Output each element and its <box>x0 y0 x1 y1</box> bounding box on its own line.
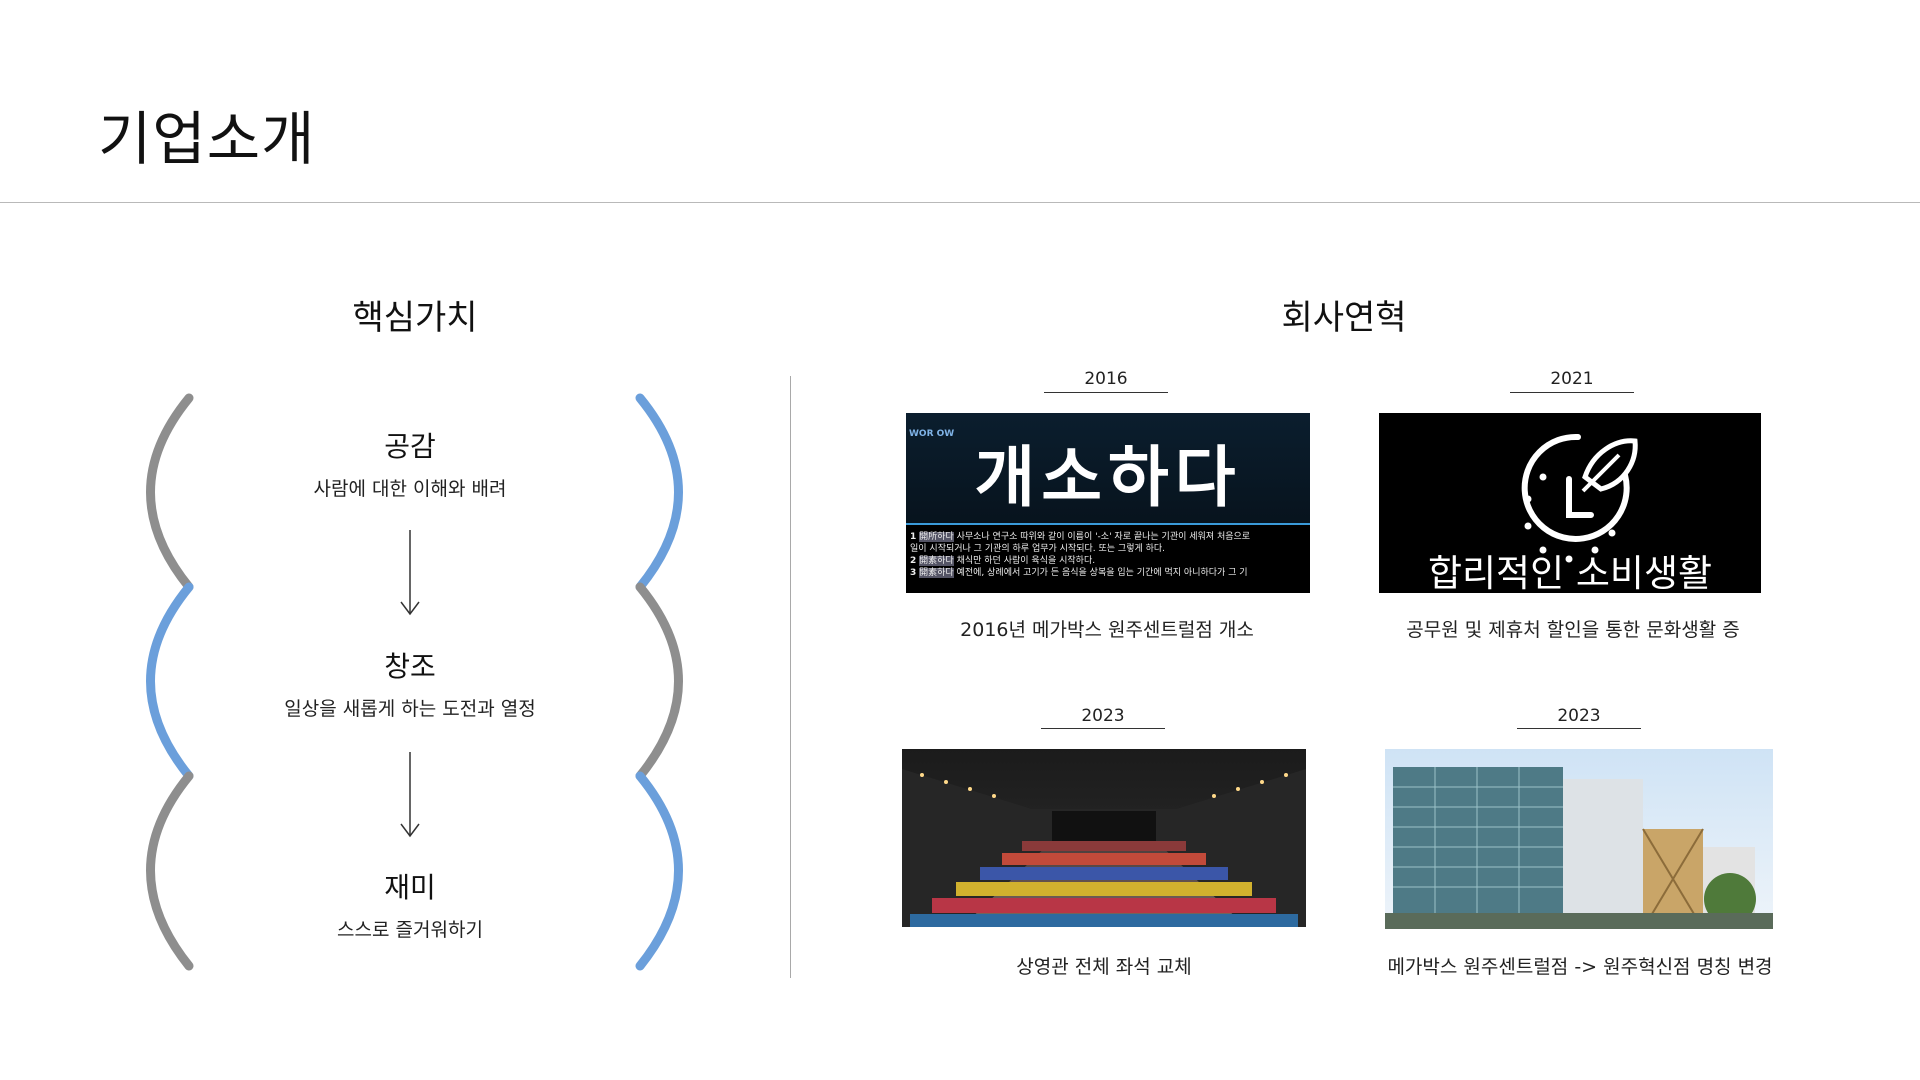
definition-list: 1 開所하다 사무소나 연구소 따위와 같이 이름이 '-소' 자로 끝나는 기… <box>910 531 1308 579</box>
history-caption-2: 공무원 및 제휴처 할인을 통한 문화생활 증 <box>1406 619 1740 641</box>
definition-line: 1 開所하다 사무소나 연구소 따위와 같이 이름이 '-소' 자로 끝나는 기… <box>910 532 1251 542</box>
value-desc-creation: 일상을 새롭게 하는 도전과 열정 <box>284 698 536 720</box>
history-caption-3: 상영관 전체 좌석 교체 <box>1016 956 1192 978</box>
history-heading: 회사연혁 <box>1281 298 1407 338</box>
history-year-3: 2023 <box>1081 706 1125 726</box>
definition-line: 일이 시작되거나 그 기관의 하루 업무가 시작되다. 또는 그렇게 하다. <box>910 544 1166 554</box>
image-slogan: 합리적인 소비생활 <box>1427 552 1713 593</box>
left-bracket-top <box>146 393 194 592</box>
history-caption-1: 2016년 메가박스 원주센트럴점 개소 <box>960 619 1254 641</box>
left-bracket-bottom <box>146 771 194 971</box>
value-name-empathy: 공감 <box>384 430 436 463</box>
value-name-creation: 창조 <box>384 650 436 683</box>
history-image-2: 합리적인 소비생활 <box>1379 413 1761 593</box>
right-bracket-middle <box>635 582 683 781</box>
year-underline-4 <box>1517 728 1641 729</box>
definition-line: 2 開素하다 채식만 하던 사람이 육식을 시작하다. <box>910 556 1096 566</box>
year-underline-2 <box>1510 392 1634 393</box>
building-photo <box>1385 749 1773 929</box>
history-year-4: 2023 <box>1557 706 1601 726</box>
history-year-2: 2021 <box>1550 369 1594 389</box>
year-underline-3 <box>1041 728 1165 729</box>
definition-line: 3 開素하다 예전에, 상례에서 고기가 든 음식을 상복을 입는 기간에 먹지… <box>910 568 1248 578</box>
value-desc-fun: 스스로 즐거워하기 <box>337 919 483 941</box>
image-accent-line <box>906 523 1310 525</box>
year-underline-1 <box>1044 392 1168 393</box>
history-image-3 <box>902 749 1306 927</box>
history-caption-4: 메가박스 원주센트럴점 -> 원주혁신점 명칭 변경 <box>1387 956 1773 978</box>
right-bracket-bottom <box>635 771 683 971</box>
image-headline: 개소하다 <box>974 439 1242 516</box>
theater-seats-photo <box>902 749 1306 927</box>
history-image-1: WOR OW 개소하다 1 開所하다 사무소나 연구소 따위와 같이 이름이 '… <box>906 413 1310 593</box>
section-divider <box>790 376 791 978</box>
left-bracket-middle <box>146 582 194 781</box>
history-image-4 <box>1385 749 1773 929</box>
history-year-1: 2016 <box>1084 369 1128 389</box>
value-desc-empathy: 사람에 대한 이해와 배려 <box>313 478 507 500</box>
right-bracket-top <box>635 393 683 592</box>
value-name-fun: 재미 <box>384 871 436 904</box>
wordow-logo: WOR OW <box>909 429 955 439</box>
